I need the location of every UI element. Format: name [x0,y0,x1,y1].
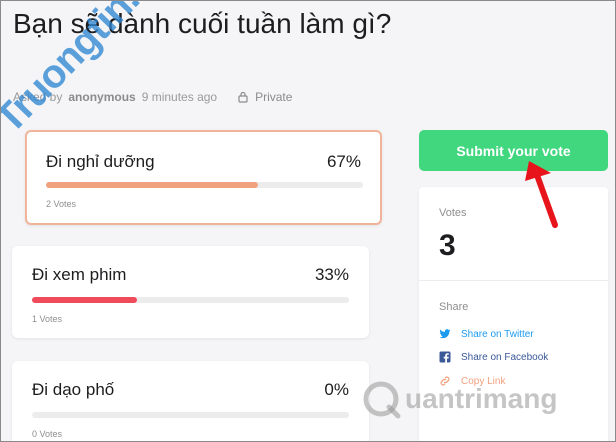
votes-count: 3 [439,229,456,262]
option-percent: 33% [314,265,349,284]
poll-sidebar: Votes 3 Share Share on Twitter Share on … [419,187,608,441]
copy-link[interactable]: Copy Link [439,375,505,387]
option-label: Đi nghỉ dưỡng [46,152,155,171]
share-twitter-label: Share on Twitter [461,328,534,340]
submit-vote-button[interactable]: Submit your vote [419,130,608,171]
option-label: Đi dạo phố [32,380,115,399]
poll-time: 9 minutes ago [141,90,218,104]
share-label: Share [439,301,469,313]
lock-icon [238,91,248,103]
votes-label: Votes [439,207,467,219]
option-votes: 1 Votes [32,314,63,324]
copy-link-label: Copy Link [461,375,506,387]
facebook-icon [439,351,451,363]
option-percent: 0% [324,380,349,399]
option-progress-track [32,412,349,418]
option-label: Đi xem phim [32,265,127,284]
option-votes: 2 Votes [46,199,77,209]
visibility-label: Private [255,90,293,104]
share-twitter-link[interactable]: Share on Twitter [439,328,534,340]
poll-title: Bạn sẽ dành cuối tuần làm gì? [13,8,392,39]
option-progress-fill [32,297,137,303]
twitter-icon [439,329,451,339]
app-frame: Bạn sẽ dành cuối tuần làm gì? Asked by a… [0,0,616,442]
share-facebook-link[interactable]: Share on Facebook [439,351,548,363]
poll-option-2[interactable]: Đi xem phim 33% 1 Votes [12,246,369,338]
option-progress-track [46,182,363,188]
poll-author: anonymous [68,90,136,104]
asked-by-label: Asked by [13,90,63,104]
sidebar-divider [419,280,608,281]
option-progress-fill [46,182,259,188]
option-votes: 0 Votes [32,429,63,439]
poll-option-1[interactable]: Đi nghỉ dưỡng 67% 2 Votes [25,130,382,225]
option-progress-track [32,297,349,303]
link-icon [440,376,450,386]
option-percent: 67% [326,152,361,171]
poll-option-3[interactable]: Đi dạo phố 0% 0 Votes [12,361,369,441]
share-facebook-label: Share on Facebook [461,351,549,363]
poll-meta: Asked by anonymous 9 minutes ago Private [13,90,292,104]
